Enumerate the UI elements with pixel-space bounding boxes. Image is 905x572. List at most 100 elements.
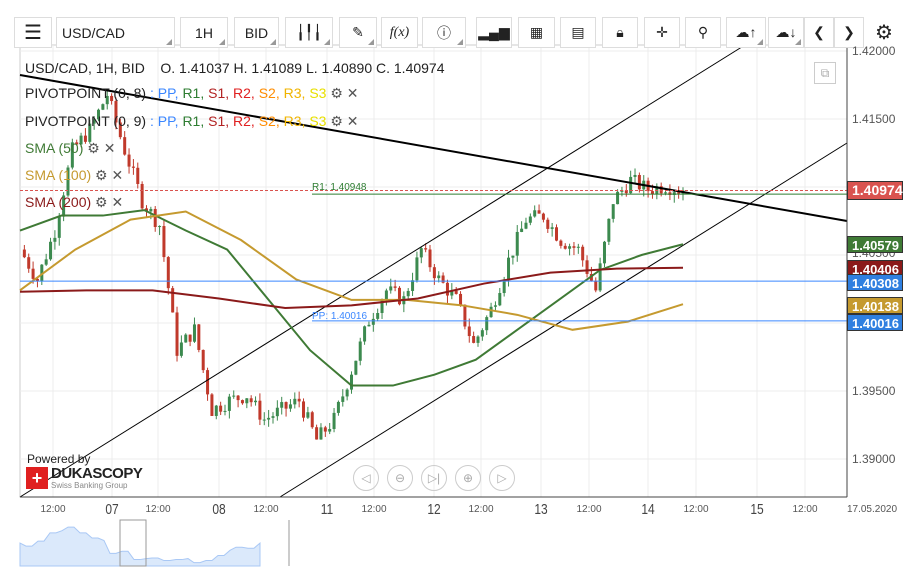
candle	[363, 326, 367, 342]
candle	[293, 398, 297, 405]
candle	[454, 290, 458, 294]
menu-button[interactable]: ☰	[14, 17, 52, 48]
nav-forward-button[interactable]: ▷	[489, 465, 515, 491]
zoom-button[interactable]: ⚲	[685, 17, 721, 48]
gear-icon[interactable]: ⚙	[95, 167, 108, 183]
x-axis-label: 13	[534, 501, 548, 518]
crosshair-button[interactable]: ✛	[644, 17, 680, 48]
candle	[607, 218, 611, 242]
scroll-left-button[interactable]: ❮	[804, 17, 834, 48]
gear-icon[interactable]: ⚙	[330, 113, 343, 129]
candle	[472, 336, 476, 343]
download-button[interactable]: ☁↓	[768, 17, 804, 48]
x-axis-label: 12:00	[576, 504, 602, 515]
news-button[interactable]: ▤	[560, 17, 596, 48]
candle	[323, 427, 327, 432]
candle	[563, 245, 567, 249]
pivot-legend-2: PIVOTPOINT (0, 9) : PP, R1, S1, R2, S2, …	[25, 113, 359, 130]
upload-button[interactable]: ☁↑	[726, 17, 766, 48]
candle	[127, 154, 131, 167]
candle	[424, 248, 428, 250]
candle	[131, 166, 135, 168]
close-icon[interactable]: ✕	[347, 113, 359, 129]
candle	[53, 237, 57, 242]
candle	[541, 213, 545, 220]
indicators-button[interactable]: f(x)	[381, 17, 418, 48]
calendar-icon: ▦	[529, 24, 544, 40]
candle	[280, 402, 284, 408]
calendar-button[interactable]: ▦	[518, 17, 555, 48]
candle	[602, 241, 606, 264]
candle	[57, 216, 61, 238]
info-button[interactable]: ⓘ	[422, 17, 466, 48]
x-axis-label: 12:00	[792, 504, 818, 515]
drawing-button[interactable]: ✎	[339, 17, 377, 48]
candle	[581, 246, 585, 261]
candle	[428, 249, 432, 268]
candle	[245, 398, 249, 404]
close-icon[interactable]: ✕	[111, 167, 123, 183]
volume-button[interactable]: ▂▄▆	[476, 17, 512, 48]
timeframe-select[interactable]: 1H	[180, 17, 228, 48]
candle	[611, 204, 615, 219]
chevron-right-icon: ❯	[843, 24, 855, 40]
lock-icon: 🔒︎	[616, 24, 624, 40]
zoom-icon: ⚲	[697, 24, 709, 40]
candle	[441, 275, 445, 283]
close-icon[interactable]: ✕	[347, 85, 359, 101]
candle	[258, 400, 262, 420]
zoom-out-icon: ⊖	[394, 471, 406, 485]
x-axis-label: 08	[212, 501, 226, 518]
candle	[140, 183, 144, 209]
zoom-in-button[interactable]: ⊕	[455, 465, 481, 491]
candle	[341, 396, 345, 402]
nav-back-button[interactable]: ◁	[353, 465, 379, 491]
go-latest-button[interactable]: ▷|	[421, 465, 447, 491]
side-select[interactable]: BID	[234, 17, 279, 48]
volume-bars-icon: ▂▄▆	[478, 24, 510, 40]
lock-button[interactable]: 🔒︎	[602, 17, 638, 48]
x-axis-label: 12:00	[145, 504, 171, 515]
candle	[576, 246, 580, 248]
candle	[223, 410, 227, 412]
candle	[249, 398, 253, 403]
candle	[101, 104, 105, 110]
news-icon: ▤	[571, 24, 585, 40]
candle	[594, 280, 598, 291]
gear-icon[interactable]: ⚙	[95, 194, 108, 210]
candle	[22, 249, 26, 258]
expand-icon[interactable]: ⧉	[814, 62, 836, 84]
pivot-component: R3,	[283, 85, 310, 101]
candle	[415, 257, 419, 281]
candle	[393, 286, 397, 288]
candle	[445, 282, 449, 296]
candle	[493, 305, 497, 307]
symbol-select[interactable]: USD/CAD	[56, 17, 175, 48]
price-tag: 1.40974	[847, 181, 903, 200]
y-axis-label: 1.41500	[852, 112, 896, 126]
pivot-component: : PP,	[150, 113, 183, 129]
sma200-legend: SMA (200) ⚙ ✕	[25, 194, 124, 210]
candle	[633, 174, 637, 177]
x-axis-label: 17.05.2020	[846, 504, 898, 515]
candle	[485, 317, 489, 331]
chart-type-button[interactable]: ╽╿╽	[285, 17, 333, 48]
candle	[310, 412, 314, 428]
candle	[192, 324, 196, 342]
zoom-out-button[interactable]: ⊖	[387, 465, 413, 491]
x-axis-label: 12	[427, 501, 441, 518]
gear-icon[interactable]: ⚙	[330, 85, 343, 101]
triangle-right-icon: ▷	[497, 471, 507, 485]
candle	[31, 268, 35, 279]
candle	[376, 313, 380, 319]
close-icon[interactable]: ✕	[111, 194, 123, 210]
download-cloud-icon: ☁↓	[775, 24, 797, 40]
candle	[267, 417, 271, 420]
candle	[345, 389, 349, 397]
close-icon[interactable]: ✕	[104, 140, 116, 156]
candle	[254, 400, 258, 403]
gear-icon[interactable]: ⚙	[87, 140, 100, 156]
candle	[328, 429, 332, 432]
info-icon: ⓘ	[437, 24, 451, 41]
x-axis-label: 12:00	[253, 504, 279, 515]
